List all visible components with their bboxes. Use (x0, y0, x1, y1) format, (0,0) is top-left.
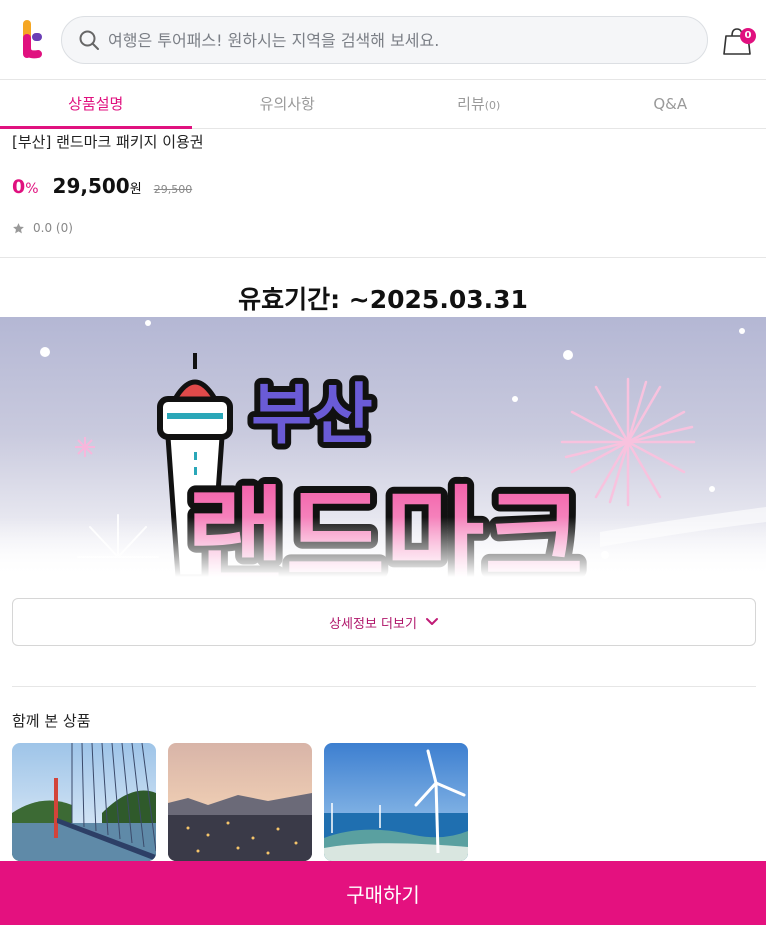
tab-label: 유의사항 (259, 95, 315, 113)
review-count: (0) (484, 99, 501, 112)
search-input[interactable] (108, 30, 688, 50)
divider (0, 257, 766, 258)
more-details-label: 상세정보 더보기 (329, 616, 417, 632)
tab-label: 상품설명 (68, 95, 124, 113)
related-products-list (12, 743, 480, 861)
sale-price: 29,500원 (53, 174, 142, 198)
product-title: [부산] 랜드마크 패키지 이용권 (12, 133, 204, 151)
tab-description[interactable]: 상품설명 (0, 80, 192, 129)
buy-button-label: 구매하기 (346, 882, 420, 907)
tourpass-logo[interactable] (20, 20, 44, 60)
product-banner-image: 부산 랜드마크 (0, 317, 766, 577)
header: 0 (0, 0, 766, 80)
discount-value: 0 (12, 176, 26, 198)
star-icon (13, 222, 24, 233)
more-details-button[interactable]: 상세정보 더보기 (12, 598, 756, 646)
rating-score: 0.0 (33, 221, 53, 235)
tab-notice[interactable]: 유의사항 (192, 80, 384, 128)
original-price: 29,500 (153, 183, 193, 196)
section-title-viewed-together: 함께 본 상품 (12, 712, 91, 730)
rating: 0.0 (0) (12, 221, 73, 235)
tab-review[interactable]: 리뷰(0) (383, 80, 575, 128)
price-value: 29,500 (52, 174, 130, 198)
price-row: 0% 29,500원 29,500 (12, 174, 192, 198)
product-tabs: 상품설명 유의사항 리뷰(0) Q&A (0, 80, 766, 129)
cart-count-badge: 0 (740, 28, 756, 44)
chevron-down-icon (425, 618, 438, 625)
search-icon (79, 30, 99, 50)
tab-label: Q&A (653, 95, 688, 113)
validity-period: 유효기간: ~2025.03.31 (238, 285, 528, 314)
rating-count: (0) (55, 221, 73, 235)
related-product-thumbnail[interactable] (324, 743, 468, 861)
price-unit: 원 (129, 182, 142, 197)
related-product-thumbnail[interactable] (12, 743, 156, 861)
tab-qna[interactable]: Q&A (575, 80, 766, 128)
buy-button[interactable]: 구매하기 (0, 861, 766, 925)
related-product-thumbnail[interactable] (168, 743, 312, 861)
tab-label: 리뷰 (457, 95, 485, 113)
banner-illustration: 부산 랜드마크 (0, 320, 766, 577)
divider (12, 686, 756, 687)
discount-rate: 0% (12, 176, 39, 198)
banner-title-line1: 부산 (251, 376, 372, 453)
search-bar[interactable] (61, 16, 708, 64)
discount-unit: % (25, 181, 39, 197)
